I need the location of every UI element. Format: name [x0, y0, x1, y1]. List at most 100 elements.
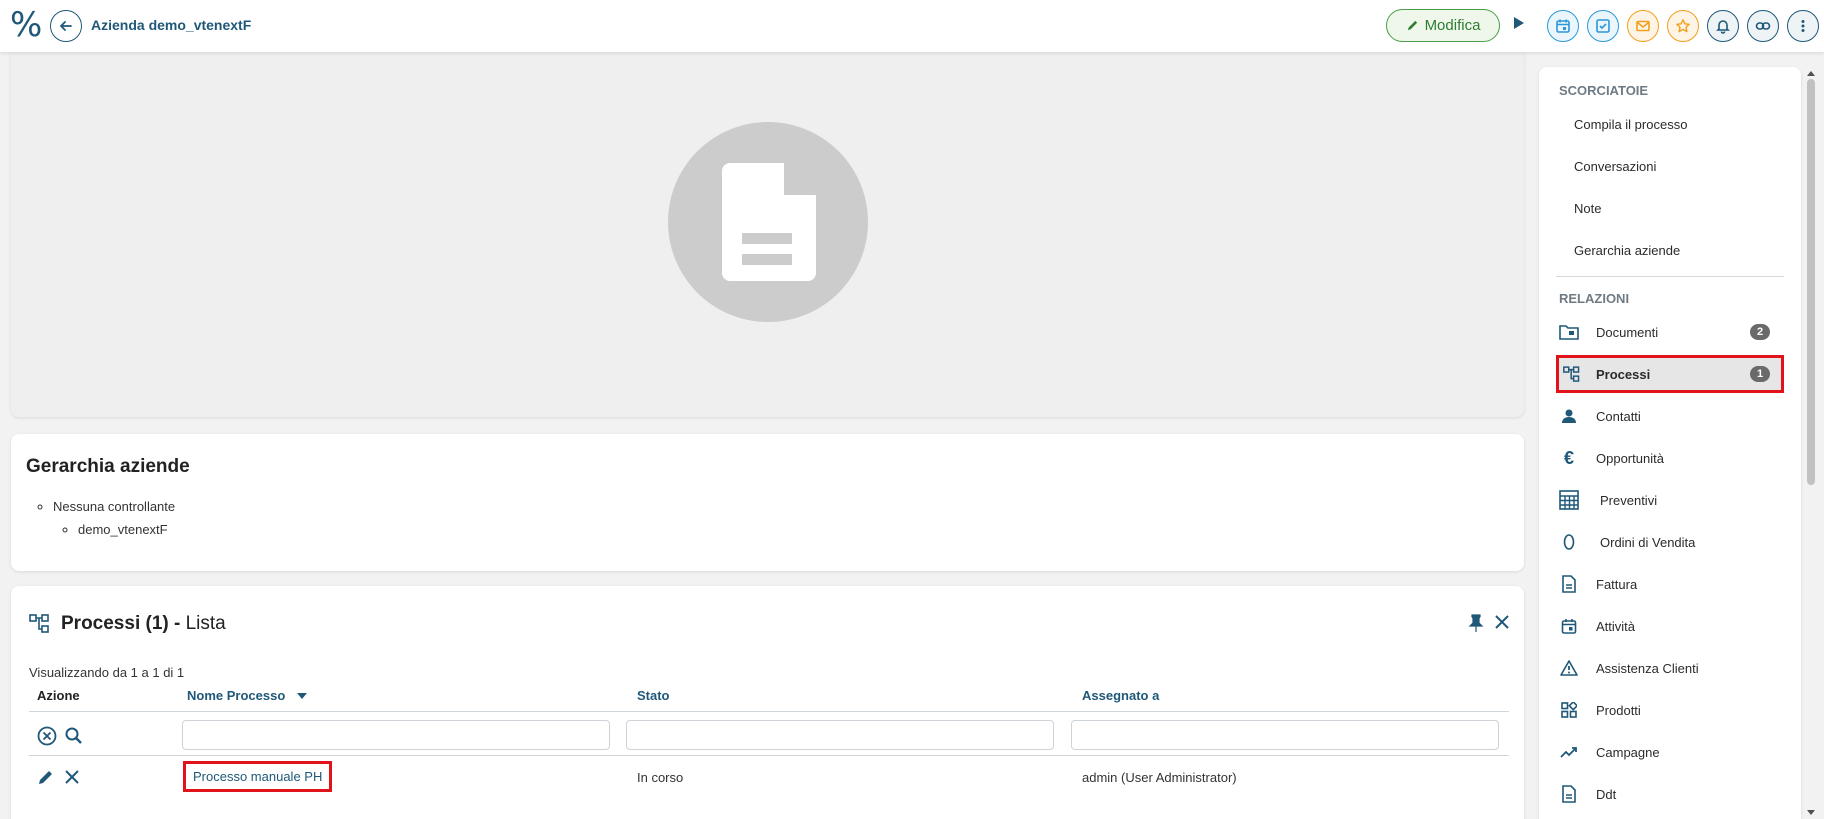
- hierarchy-parent-label: Nessuna controllante: [53, 499, 176, 514]
- process-link[interactable]: Processo manuale PH: [183, 761, 333, 792]
- processes-title-view: Lista: [180, 613, 226, 634]
- warning-icon: [1560, 660, 1578, 676]
- scrollbar-thumb[interactable]: [1807, 79, 1815, 485]
- calendar-icon: [1556, 19, 1570, 33]
- calendar-icon: [1561, 619, 1577, 634]
- assigned-filter[interactable]: [1071, 720, 1499, 750]
- process-icon: [1563, 365, 1580, 382]
- edit-button[interactable]: Modifica: [1386, 9, 1500, 42]
- filter-row: [29, 712, 1509, 756]
- sidebar-item-prodotti[interactable]: Prodotti: [1556, 691, 1784, 729]
- documents-count-badge: 2: [1750, 324, 1770, 340]
- edit-button-label: Modifica: [1424, 17, 1481, 34]
- app-logo[interactable]: %: [10, 8, 42, 42]
- pencil-icon: [1407, 20, 1417, 31]
- task-button[interactable]: [1587, 10, 1619, 42]
- table-header: Azione Nome Processo Stato Assegnato a: [29, 680, 1509, 712]
- sidebar-item-contatti[interactable]: Contatti: [1556, 397, 1784, 435]
- shortcut-note[interactable]: Note: [1574, 201, 1601, 216]
- more-options-button[interactable]: [1787, 10, 1819, 42]
- grid-icon: [1561, 702, 1577, 718]
- sidebar-item-label: Fattura: [1596, 576, 1638, 592]
- sidebar-item-label: Processi: [1596, 366, 1651, 382]
- kebab-menu-icon: [1801, 20, 1805, 32]
- hierarchy-child-label: demo_vtenextF: [78, 522, 168, 537]
- sidebar-item-fattura[interactable]: Fattura: [1556, 565, 1784, 603]
- sidebar-item-documenti[interactable]: Documenti 2: [1556, 313, 1784, 351]
- record-image-panel: [11, 52, 1524, 417]
- email-button[interactable]: [1627, 10, 1659, 42]
- run-process-button[interactable]: [1512, 15, 1530, 35]
- column-assigned[interactable]: Assegnato a: [1082, 688, 1159, 703]
- sidebar-item-opportunita[interactable]: € Opportunità: [1556, 439, 1784, 477]
- arrow-left-icon: [60, 21, 72, 31]
- processes-panel: Processi (1) - Lista Visualizzando da 1 …: [11, 586, 1524, 819]
- hierarchy-child[interactable]: demo_vtenextF: [78, 522, 175, 537]
- calculator-icon: [1559, 490, 1579, 510]
- column-status[interactable]: Stato: [637, 688, 670, 703]
- scroll-up-icon[interactable]: [1806, 69, 1816, 77]
- processes-title-count: Processi (1) -: [61, 613, 181, 634]
- sidebar-item-label: Ddt: [1596, 786, 1617, 802]
- order-icon: [1563, 534, 1575, 550]
- bell-icon: [1716, 20, 1730, 34]
- favorite-button[interactable]: [1667, 10, 1699, 42]
- sidebar-item-label: Ordini di Vendita: [1600, 534, 1696, 550]
- sidebar-item-label: Prodotti: [1596, 702, 1641, 718]
- scroll-down-icon[interactable]: [1806, 809, 1816, 817]
- processes-actions: [1468, 614, 1510, 632]
- notifications-button[interactable]: [1707, 10, 1739, 42]
- sidebar-item-ordini-vendita[interactable]: Ordini di Vendita: [1556, 523, 1784, 561]
- top-bar: % Azienda demo_vtenextF Modifica: [0, 0, 1824, 52]
- process-icon: [29, 614, 49, 633]
- hierarchy-tree: Nessuna controllante demo_vtenextF: [53, 499, 175, 545]
- pencil-icon[interactable]: [37, 768, 55, 786]
- clear-filter-icon[interactable]: [37, 726, 57, 746]
- table-row: Processo manuale PH In corso admin (User…: [29, 756, 1509, 798]
- envelope-icon: [1636, 20, 1650, 32]
- shortcut-conversazioni[interactable]: Conversazioni: [1574, 159, 1656, 174]
- link-button[interactable]: [1747, 10, 1779, 42]
- column-process-name[interactable]: Nome Processo: [187, 688, 307, 703]
- sidebar-divider: [1556, 276, 1784, 277]
- document-icon: [1562, 785, 1576, 803]
- trend-icon: [1560, 747, 1577, 758]
- sidebar-item-attivita[interactable]: Attività: [1556, 607, 1784, 645]
- invoice-icon: [1562, 575, 1576, 593]
- column-action: Azione: [37, 688, 80, 703]
- records-count: Visualizzando da 1 a 1 di 1: [29, 665, 185, 680]
- processes-header: Processi (1) - Lista: [29, 613, 226, 635]
- shortcut-compila-processo[interactable]: Compila il processo: [1574, 117, 1687, 132]
- calendar-event-button[interactable]: [1547, 10, 1579, 42]
- hierarchy-panel: Gerarchia aziende Nessuna controllante d…: [11, 434, 1524, 571]
- back-button[interactable]: [50, 10, 82, 42]
- pin-icon[interactable]: [1468, 614, 1484, 632]
- sidebar-item-label: Assistenza Clienti: [1596, 660, 1699, 676]
- link-icon: [1755, 22, 1771, 30]
- person-icon: [1562, 409, 1576, 423]
- hierarchy-parent: Nessuna controllante demo_vtenextF: [53, 499, 175, 537]
- status-filter[interactable]: [626, 720, 1054, 750]
- checkbox-icon: [1596, 19, 1610, 33]
- search-icon[interactable]: [64, 726, 84, 746]
- document-icon: [722, 163, 816, 281]
- sidebar-item-campagne[interactable]: Campagne: [1556, 733, 1784, 771]
- folder-icon: [1559, 325, 1579, 340]
- delete-icon[interactable]: [64, 769, 80, 785]
- shortcuts-title: SCORCIATOIE: [1559, 83, 1649, 98]
- sidebar-item-assistenza-clienti[interactable]: Assistenza Clienti: [1556, 649, 1784, 687]
- sidebar-item-processi[interactable]: Processi 1: [1556, 355, 1784, 393]
- play-icon: [1514, 17, 1524, 29]
- page-scrollbar[interactable]: [1805, 67, 1817, 819]
- sidebar-item-label: Contatti: [1596, 408, 1641, 424]
- hierarchy-title: Gerarchia aziende: [26, 456, 190, 477]
- sidebar-item-preventivi[interactable]: Preventivi: [1556, 481, 1784, 519]
- sidebar-item-label: Opportunità: [1596, 450, 1664, 466]
- process-status: In corso: [637, 770, 684, 785]
- shortcut-gerarchia-aziende[interactable]: Gerarchia aziende: [1574, 243, 1680, 258]
- process-name-filter[interactable]: [182, 720, 610, 750]
- relations-title: RELAZIONI: [1559, 291, 1630, 306]
- sidebar-item-ddt[interactable]: Ddt: [1556, 775, 1784, 813]
- close-icon[interactable]: [1494, 614, 1510, 630]
- process-assigned: admin (User Administrator): [1082, 770, 1237, 785]
